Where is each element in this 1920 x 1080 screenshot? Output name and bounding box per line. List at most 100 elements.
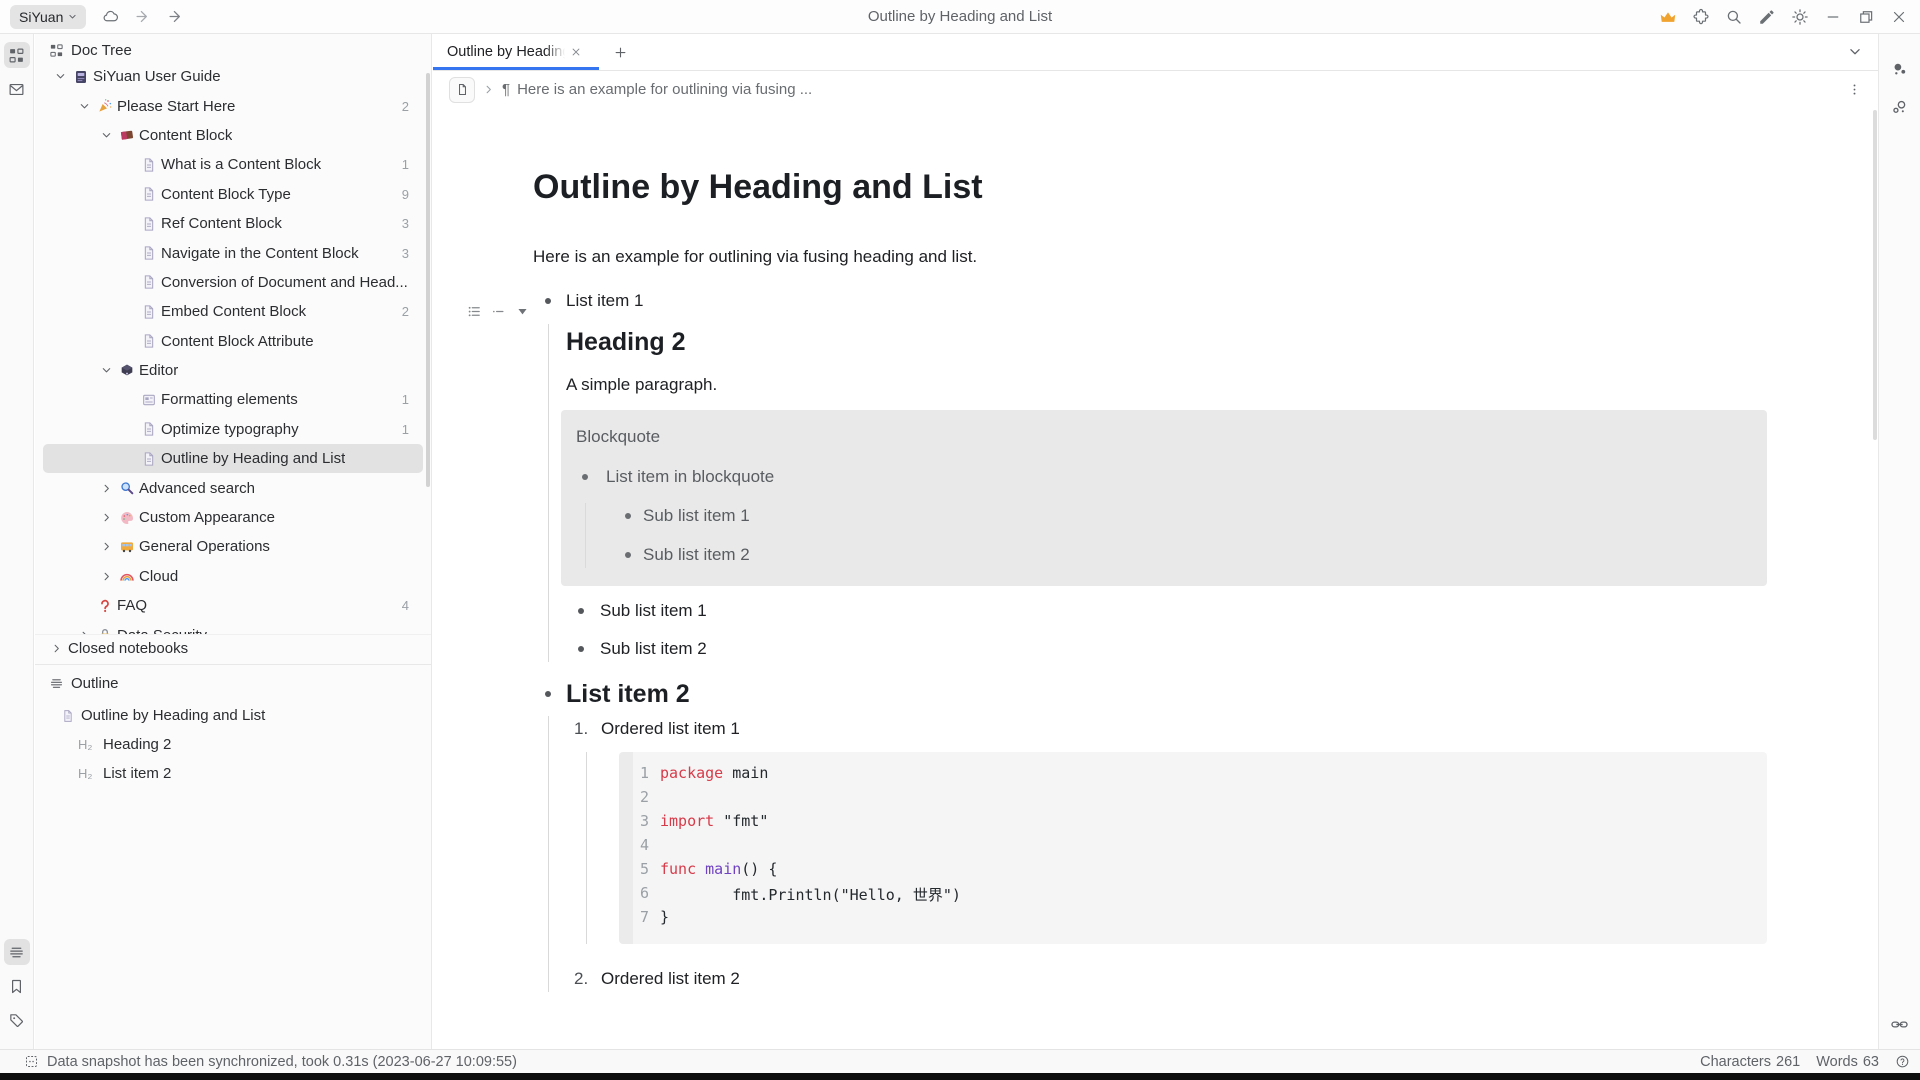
doc-tree-item[interactable]: Navigate in the Content Block3 [43,238,423,267]
search-icon[interactable] [1725,8,1743,26]
bullet-icon [625,513,631,519]
mail-icon [8,81,25,98]
doc-tree-item[interactable]: Data Security [43,620,423,634]
ordered-list-item-2-text: Ordered list item 2 [601,966,740,992]
doc-tree-item[interactable]: Please Start Here2 [43,91,423,120]
more-menu-icon[interactable] [1847,82,1862,97]
doc-tree-item[interactable]: Content Block Type9 [43,180,423,209]
question-icon [97,598,117,614]
tab-close-icon[interactable] [571,47,581,57]
chevron-right-icon[interactable] [101,512,119,523]
doc-tree-item[interactable]: Outline by Heading and List [43,444,423,473]
doc-tree-item-label: SiYuan User Guide [93,68,221,85]
document-icon [61,709,81,723]
chevron-down-icon[interactable] [55,71,73,82]
words-label: Words [1816,1054,1858,1070]
sub-list-item-1-text: Sub list item 1 [600,598,707,624]
doc-tree-item[interactable]: Advanced search [43,473,423,502]
chevron-down-icon [68,12,77,21]
outline-list: Outline by Heading and ListH₂Heading 2H₂… [35,701,431,788]
line-number: 4 [619,836,649,860]
doc-tree-item[interactable]: Optimize typography1 [43,415,423,444]
new-tab-button[interactable] [599,34,641,70]
document-title: Outline by Heading and List [533,164,1767,210]
outline-item[interactable]: H₂List item 2 [35,759,431,788]
doc-tree-item-label: General Operations [139,538,270,555]
doc-icon [141,186,161,202]
close-icon[interactable] [1890,8,1908,26]
bullet-icon [578,608,584,614]
chevron-right-icon[interactable] [101,571,119,582]
snapshot-icon [24,1054,39,1069]
doc-tree-item[interactable]: Content Block Attribute [43,327,423,356]
doc-tree-item[interactable]: Editor [43,356,423,385]
doc-tree-scrollbar[interactable] [426,73,430,487]
outline-dock-button[interactable] [4,939,30,965]
outline-icon [49,676,64,691]
outline-item[interactable]: H₂Heading 2 [35,730,431,759]
doc-count-badge: 9 [394,187,409,202]
doc-tree-item-label: Formatting elements [161,391,298,408]
app-menu-button[interactable]: SiYuan [10,5,86,29]
tab-list-chevron-button[interactable] [1848,34,1878,70]
closed-notebooks-row[interactable]: Closed notebooks [35,634,431,661]
backlinks-dock-button[interactable] [1887,56,1913,82]
outline-item[interactable]: Outline by Heading and List [35,701,431,730]
code-block[interactable]: 1package main23import "fmt"45func main()… [619,752,1767,944]
chevron-down-icon[interactable] [101,365,119,376]
doc-tree-item[interactable]: Content Block [43,121,423,150]
doc-tree-item[interactable]: Formatting elements 1 [43,385,423,414]
doc-tree-item[interactable]: Cloud [43,562,423,591]
editor[interactable]: Outline by Heading and List Here is an e… [433,108,1878,1049]
titlebar: SiYuan Outline by Heading and List [0,0,1920,34]
characters-count: Characters 261 [1700,1054,1800,1070]
link-dock-button[interactable] [1887,1011,1913,1037]
bullet-icon [625,552,631,558]
doc-tree-item[interactable]: SiYuan User Guide [43,67,423,91]
window-title: Outline by Heading and List [0,8,1920,25]
inbox-dock-button[interactable] [4,76,30,102]
breadcrumb-segment[interactable]: ¶ Here is an example for outlining via f… [502,81,812,98]
characters-value: 261 [1776,1054,1800,1070]
doc-tree-item[interactable]: General Operations [43,532,423,561]
doc-count-badge: 2 [394,304,409,319]
breadcrumb-document-button[interactable] [449,77,475,103]
list-gutter-icon[interactable] [467,304,482,319]
back-icon[interactable] [135,8,152,25]
left-panel: Doc Tree SiYuan User Guide Please Start H… [35,34,432,1049]
doc-count-badge: 1 [394,392,409,407]
editor-scrollbar[interactable] [1873,110,1877,440]
doc-tree-item[interactable]: Ref Content Block3 [43,209,423,238]
collapse-triangle-icon[interactable] [515,304,530,319]
doc-tree-scroll[interactable]: SiYuan User GuidePlease Start Here2Conte… [35,67,431,634]
graph-dock-button[interactable] [1887,94,1913,120]
membership-crown-icon[interactable] [1659,8,1677,26]
doc-tree-item[interactable]: Custom Appearance [43,503,423,532]
doc-tree-item[interactable]: Conversion of Document and Head... [43,268,423,297]
doc-tree-item[interactable]: What is a Content Block1 [43,150,423,179]
forward-icon[interactable] [168,8,185,25]
doc-tree-title: Doc Tree [71,42,132,59]
doc-tree-item-label: Editor [139,362,178,379]
edit-pencil-icon[interactable] [1758,8,1776,26]
restore-window-icon[interactable] [1857,8,1875,26]
tag-dock-button[interactable] [4,1007,30,1033]
doc-tree-dock-button[interactable] [4,42,30,68]
chevron-right-icon[interactable] [101,541,119,552]
help-icon[interactable] [1895,1054,1910,1069]
line-number: 5 [619,860,649,884]
bookmark-dock-button[interactable] [4,973,30,999]
theme-sun-icon[interactable] [1791,8,1809,26]
doc-tree-item[interactable]: Embed Content Block2 [43,297,423,326]
chevron-down-icon[interactable] [101,130,119,141]
chevron-right-icon[interactable] [101,483,119,494]
cloud-sync-icon[interactable] [102,8,119,25]
plugin-icon[interactable] [1692,8,1710,26]
minimize-icon[interactable] [1824,8,1842,26]
chevron-down-icon[interactable] [79,101,97,112]
drag-handle-icon[interactable] [491,304,506,319]
blockquote-sub-item-1: Sub list item 1 [625,503,1751,529]
doc-tree-item[interactable]: FAQ4 [43,591,423,620]
rainbow-icon [119,568,139,584]
tab-outline-by-heading-and-list[interactable]: Outline by Heading and List [433,34,599,70]
